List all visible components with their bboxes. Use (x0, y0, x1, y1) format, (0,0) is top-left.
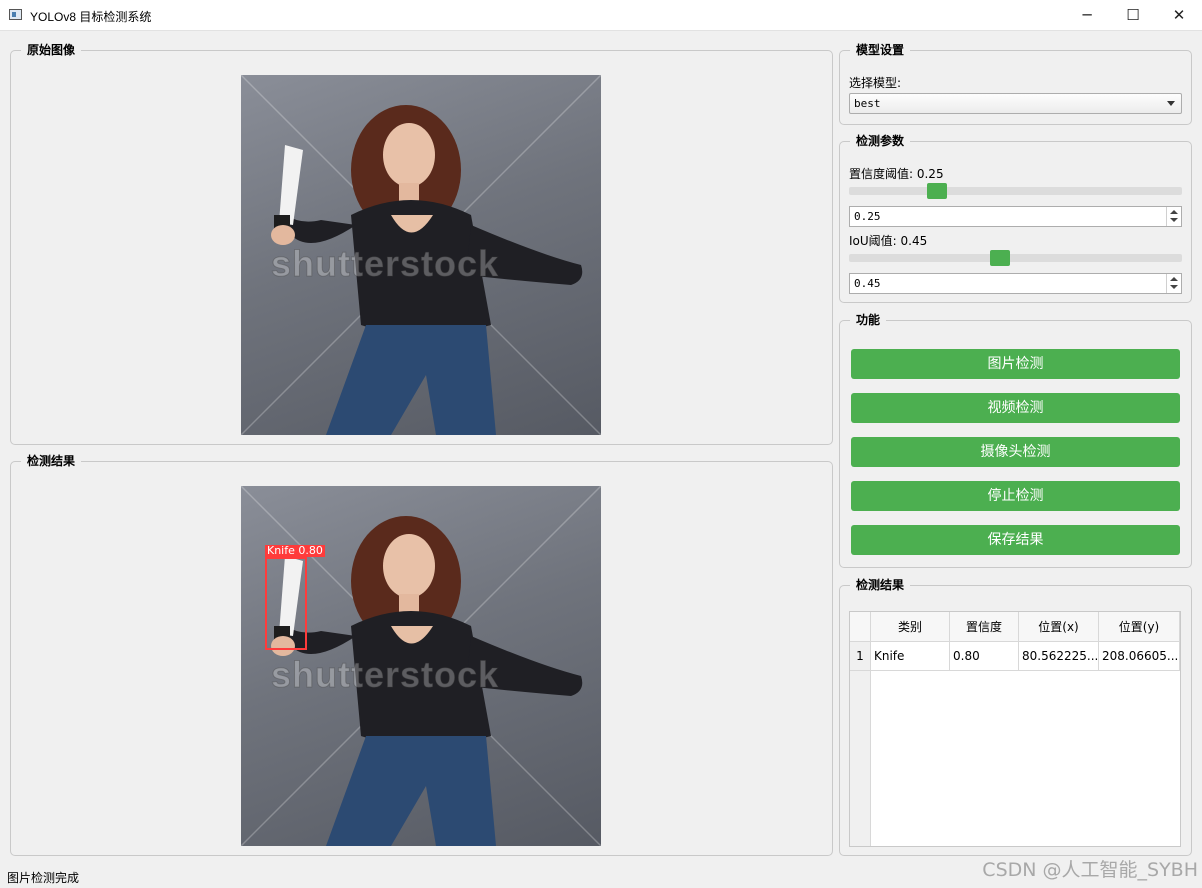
app-icon (9, 9, 22, 20)
status-bar: 图片检测完成 (7, 871, 80, 885)
original-image: shutterstock (241, 75, 601, 435)
column-header-confidence[interactable]: 置信度 (950, 612, 1019, 642)
window-title: YOLOv8 目标检测系统 (30, 10, 152, 24)
row-header-column (850, 642, 871, 846)
iou-label: IoU阈值: 0.45 (849, 234, 928, 248)
column-header-class[interactable]: 类别 (871, 612, 950, 642)
confidence-spinbox[interactable]: 0.25 (849, 206, 1182, 227)
iou-spinbox[interactable]: 0.45 (849, 273, 1182, 294)
confidence-spinbox-value: 0.25 (854, 210, 881, 223)
model-settings-title: 模型设置 (850, 42, 911, 58)
chevron-down-icon (1167, 101, 1175, 106)
detection-box (265, 557, 307, 650)
confidence-slider-handle[interactable] (927, 183, 947, 199)
camera-detect-button[interactable]: 摄像头检测 (851, 437, 1180, 467)
spin-buttons[interactable] (1166, 274, 1181, 293)
row-header[interactable]: 1 (850, 642, 871, 671)
close-button[interactable]: ✕ (1156, 0, 1202, 30)
spin-down-icon[interactable] (1170, 285, 1178, 289)
minimize-button[interactable]: ─ (1064, 0, 1110, 30)
spin-buttons[interactable] (1166, 207, 1181, 226)
csdn-watermark: CSDN @人工智能_SYBH (982, 859, 1198, 881)
iou-slider-handle[interactable] (990, 250, 1010, 266)
table-cell-x[interactable]: 80.562225... (1019, 642, 1099, 671)
stop-detect-button[interactable]: 停止检测 (851, 481, 1180, 511)
column-header-x[interactable]: 位置(x) (1019, 612, 1099, 642)
spin-up-icon[interactable] (1170, 277, 1178, 281)
spin-up-icon[interactable] (1170, 210, 1178, 214)
save-results-button[interactable]: 保存结果 (851, 525, 1180, 555)
detection-params-title: 检测参数 (850, 133, 911, 149)
confidence-label: 置信度阈值: 0.25 (849, 167, 944, 181)
detection-label: Knife 0.80 (265, 544, 325, 557)
spin-down-icon[interactable] (1170, 218, 1178, 222)
photo-watermark: shutterstock (270, 654, 500, 696)
video-detect-button[interactable]: 视频检测 (851, 393, 1180, 423)
maximize-button[interactable]: ☐ (1110, 0, 1156, 30)
result-image-title: 检测结果 (21, 453, 82, 469)
iou-slider[interactable] (849, 250, 1182, 266)
results-table-title: 检测结果 (850, 577, 911, 593)
table-cell-confidence[interactable]: 0.80 (950, 642, 1019, 671)
iou-spinbox-value: 0.45 (854, 277, 881, 290)
table-corner[interactable] (850, 612, 871, 642)
table-cell-y[interactable]: 208.06605... (1099, 642, 1180, 671)
model-select-value: best (854, 97, 881, 110)
model-select-label: 选择模型: (849, 76, 902, 90)
table-cell-class[interactable]: Knife (871, 642, 950, 671)
photo-watermark: shutterstock (270, 243, 500, 285)
column-header-y[interactable]: 位置(y) (1099, 612, 1180, 642)
functions-title: 功能 (850, 312, 887, 328)
title-bar: YOLOv8 目标检测系统 ─ ☐ ✕ (0, 0, 1202, 31)
confidence-slider[interactable] (849, 183, 1182, 199)
results-table[interactable]: 类别 置信度 位置(x) 位置(y) 1 Knife 0.80 80.56222… (849, 611, 1181, 847)
result-image: shutterstock Knife 0.80 (241, 486, 601, 846)
image-detect-button[interactable]: 图片检测 (851, 349, 1180, 379)
original-image-title: 原始图像 (21, 42, 82, 58)
model-select[interactable]: best (849, 93, 1182, 114)
